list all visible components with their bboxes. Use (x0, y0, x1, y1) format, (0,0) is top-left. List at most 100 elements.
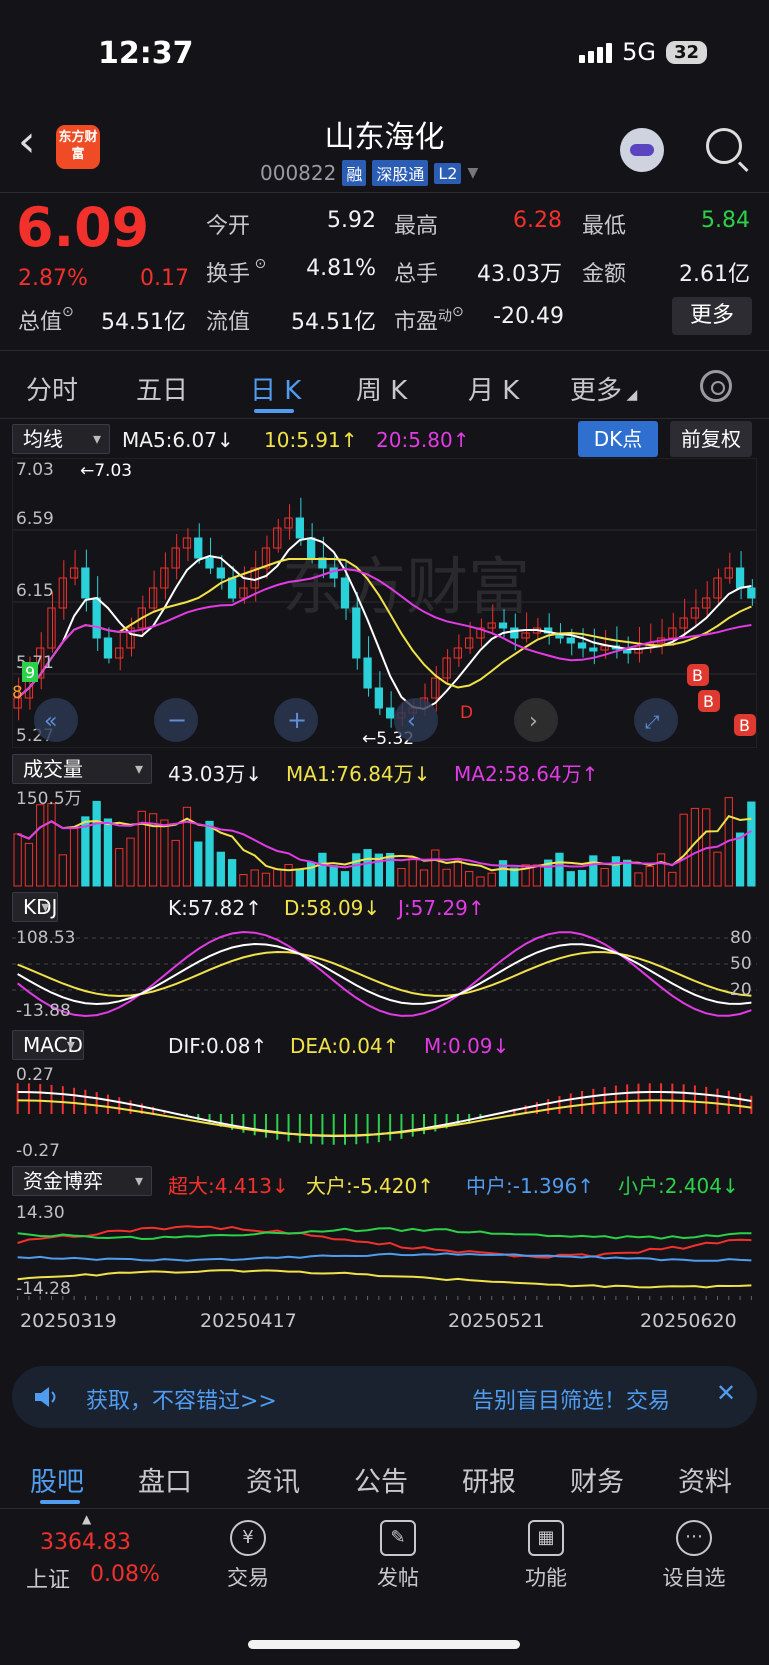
tab-announcement[interactable]: 公告 (354, 1460, 408, 1499)
date-label: 20250620 (640, 1310, 737, 1332)
index-value[interactable]: 3364.83 (40, 1530, 131, 1555)
kdj-select[interactable]: KDJ (12, 892, 59, 922)
kdj-d-line (17, 950, 752, 998)
candle (374, 687, 384, 709)
tab-research[interactable]: 研报 (462, 1460, 516, 1499)
volume-bar (216, 851, 225, 887)
candle (724, 567, 733, 579)
tab-five-day[interactable]: 五日 (136, 370, 188, 407)
macd-select[interactable]: MACD (12, 1030, 84, 1060)
stock-code-row[interactable]: 000822 融 深股通 L2 ▼ (260, 160, 478, 186)
kdj-chart[interactable]: 108.53 -13.88 80 50 20 (12, 926, 757, 1022)
volume-ma2-line (17, 820, 752, 869)
candle (690, 607, 700, 619)
nav-add-watchlist[interactable]: ⋯ 设自选 (654, 1520, 734, 1592)
tab-intraday[interactable]: 分时 (26, 370, 78, 407)
robot-assistant-icon[interactable] (620, 128, 664, 172)
fuquan-button[interactable]: 前复权 (670, 421, 752, 457)
fund-chart[interactable]: 14.30 -14.28 (12, 1200, 757, 1300)
candle (148, 587, 158, 609)
nav-post[interactable]: ✎ 发帖 (358, 1520, 438, 1592)
change-percent: 2.87% (18, 266, 88, 291)
volume-select[interactable]: 成交量 (12, 754, 152, 784)
float-value: 54.51亿 (291, 310, 376, 335)
volume-bar (408, 856, 417, 887)
volume-bar (261, 872, 271, 887)
change-amount: 0.17 (140, 266, 189, 291)
volume-bar (419, 869, 429, 887)
volume-bar (634, 872, 643, 887)
volume-bar (487, 872, 496, 887)
macd-ymin: -0.27 (16, 1141, 60, 1161)
candle (577, 642, 587, 649)
nav-functions[interactable]: ▦ 功能 (506, 1520, 586, 1592)
kdj-d: D:58.09↓ (284, 896, 381, 920)
nav-trade[interactable]: ¥ 交易 (208, 1520, 288, 1592)
volume-chart[interactable]: 150.5万 (12, 788, 757, 888)
more-button[interactable]: 更多 (672, 297, 752, 335)
volume-bar (577, 869, 587, 887)
fund-select[interactable]: 资金博弈 (12, 1166, 152, 1196)
candle (69, 567, 79, 579)
volume-bar (171, 839, 180, 887)
candle (510, 627, 519, 639)
ma10-value: 10:5.91↑ (264, 428, 358, 452)
volume-bar (656, 853, 666, 887)
tab-weekly-k[interactable]: 周 K (356, 370, 407, 407)
volume-bar (13, 833, 22, 887)
divider (0, 350, 769, 351)
dk-button[interactable]: DK点 (578, 421, 658, 457)
buy-marker-label: B (692, 666, 703, 685)
volume-bars (13, 797, 756, 887)
volume-bar (442, 868, 451, 887)
volume-bar (747, 801, 756, 887)
ma-select[interactable]: 均线 (12, 424, 110, 454)
battery-icon: 32 (665, 40, 707, 64)
volume-bar (431, 849, 440, 887)
tab-guba[interactable]: 股吧 (30, 1460, 84, 1499)
caret-up-icon: ▲ (82, 1512, 92, 1526)
ad-text[interactable]: 告别盲目筛选！交易 (472, 1383, 670, 1415)
tag-margin: 融 (342, 160, 367, 186)
candle (273, 527, 282, 549)
close-icon[interactable]: ✕ (716, 1379, 736, 1407)
y-tick: 7.03 (16, 460, 54, 480)
tab-pankou[interactable]: 盘口 (138, 1460, 192, 1499)
candle (465, 637, 474, 649)
tab-monthly-k[interactable]: 月 K (468, 370, 519, 407)
tab-finance[interactable]: 财务 (570, 1460, 624, 1499)
volume-bar (453, 860, 463, 887)
open-value: 5.92 (327, 208, 376, 233)
macd-chart[interactable]: 0.27 -0.27 (12, 1064, 757, 1164)
candle (498, 622, 508, 629)
ad-text[interactable]: 获取，不容错过>> (86, 1383, 277, 1415)
mktcap-value: 54.51亿 (101, 310, 186, 335)
tab-daily-k[interactable]: 日 K (250, 370, 301, 407)
kline-chart[interactable]: 东方财富 7.03 6.59 6.15 5.71 5.27 ←7.03 ←5.3… (12, 458, 757, 748)
macd-dea-line (17, 1099, 752, 1137)
volume-bar (126, 837, 135, 887)
fund-mid-line (17, 1252, 752, 1262)
tab-more[interactable]: 更多 ◢ (570, 370, 637, 407)
volume-bar (295, 868, 304, 887)
volume-value: 43.03万 (477, 262, 562, 287)
gear-icon[interactable] (700, 370, 732, 402)
volume-bar (103, 818, 113, 887)
info-icon[interactable]: ⊙ (250, 256, 266, 272)
signal-num: 9 (25, 663, 35, 682)
tab-profile[interactable]: 资料 (678, 1460, 732, 1499)
info-icon[interactable]: ⊙ (452, 304, 464, 320)
volume-bar (623, 859, 632, 887)
signal-num: 8 (12, 683, 23, 703)
volume-bar (227, 859, 237, 887)
info-icon[interactable]: ⊙ (62, 304, 74, 320)
kdj-j-line (16, 930, 752, 1018)
tab-news[interactable]: 资讯 (246, 1460, 300, 1499)
volume-bar (589, 855, 598, 887)
search-icon[interactable] (706, 128, 742, 164)
candle (182, 537, 192, 549)
candle (216, 567, 225, 579)
candle (735, 567, 745, 589)
candle (58, 577, 67, 609)
macd-dif-line (17, 1091, 752, 1138)
